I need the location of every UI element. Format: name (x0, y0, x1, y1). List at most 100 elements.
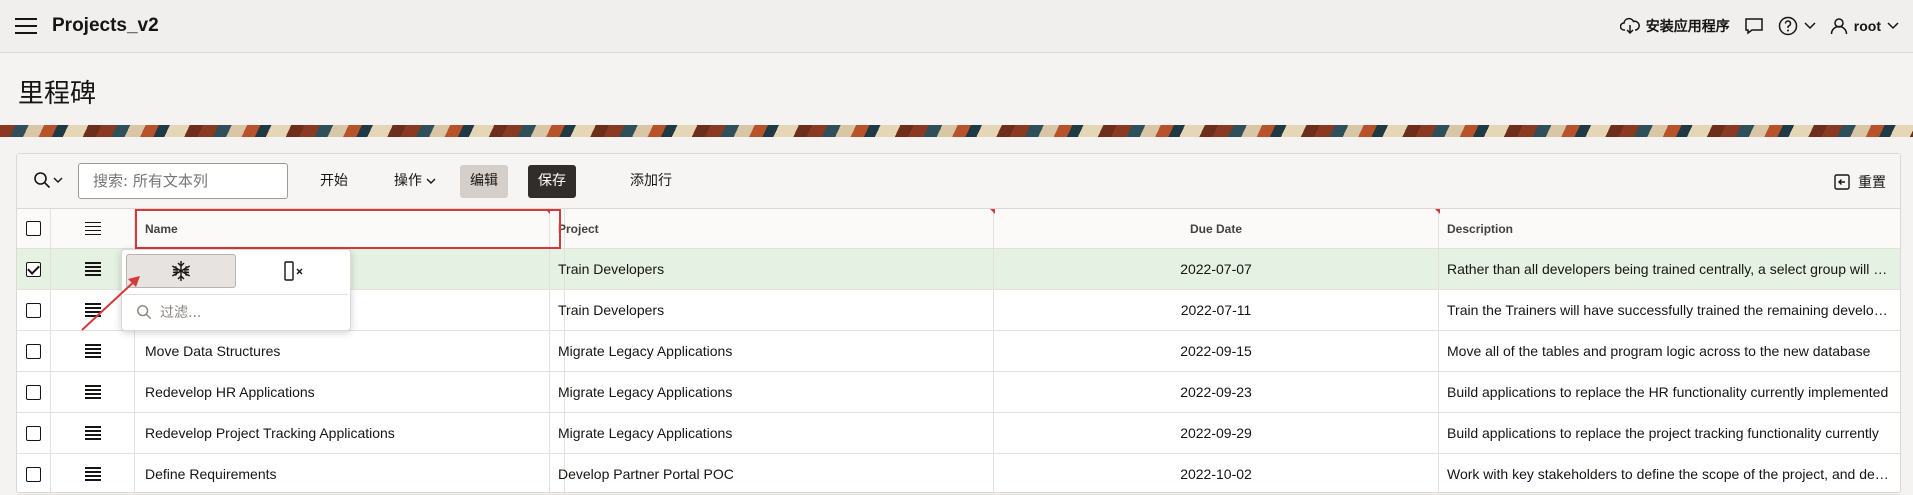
row-checkbox[interactable] (26, 302, 41, 318)
filter-placeholder: 过滤... (160, 304, 202, 321)
annotation-arrow (81, 276, 140, 331)
install-app-button[interactable]: 安装应用程序 (1619, 16, 1730, 36)
required-marker (1435, 209, 1440, 214)
reset-button[interactable]: 重置 (1834, 172, 1886, 192)
row-actions-cell (51, 454, 135, 494)
go-button[interactable]: 开始 (310, 165, 358, 198)
row-select-cell (17, 331, 51, 371)
actions-menu-button[interactable]: 操作 (384, 165, 446, 198)
table-row[interactable]: Redevelop HR Applications Migrate Legacy … (17, 372, 1900, 413)
chevron-down-icon (1804, 22, 1816, 30)
column-header-popup: 过滤... (121, 249, 351, 331)
search-column-select[interactable] (33, 171, 63, 189)
column-filter-input[interactable]: 过滤... (124, 294, 348, 328)
user-name: root (1853, 18, 1881, 34)
add-row-button[interactable]: 添加行 (620, 165, 682, 198)
user-icon (1830, 18, 1848, 35)
column-header-due-date[interactable]: Due Date (994, 209, 1439, 248)
required-marker (990, 209, 995, 214)
table-row[interactable]: Move Data Structures Migrate Legacy Appli… (17, 331, 1900, 372)
description-text: Build applications to replace the HR fun… (1447, 384, 1889, 400)
app-title[interactable]: Projects_v2 (52, 15, 159, 37)
cell-due-date[interactable]: 2022-09-29 (994, 413, 1439, 453)
row-actions-cell (51, 331, 135, 371)
column-header-description[interactable]: Description (1439, 209, 1901, 248)
row-select-cell (17, 372, 51, 412)
page-title: 里程碑 (18, 79, 97, 109)
snowflake-icon (171, 261, 191, 281)
decorative-banner (0, 125, 1913, 137)
cell-description[interactable]: Build applications to replace the HR fun… (1439, 372, 1901, 412)
cloud-download-icon (1619, 17, 1640, 35)
row-checkbox[interactable] (26, 384, 41, 400)
row-select-cell (17, 413, 51, 453)
cell-description[interactable]: Work with key stakeholders to define the… (1439, 454, 1901, 494)
table-row[interactable]: Redevelop Project Tracking Applications M… (17, 413, 1900, 454)
row-actions-cell (51, 413, 135, 453)
cell-description[interactable]: Rather than all developers being trained… (1439, 249, 1901, 289)
cell-due-date[interactable]: 2022-09-23 (994, 372, 1439, 412)
hide-column-icon (284, 261, 303, 281)
grid-toolbar: 开始 操作 编辑 保存 添加行 重置 (17, 154, 1900, 209)
required-marker (545, 209, 550, 214)
column-header-project[interactable]: Project (549, 209, 994, 248)
cell-due-date[interactable]: 2022-10-02 (994, 454, 1439, 494)
cell-name[interactable]: Define Requirements (135, 454, 565, 494)
install-app-label: 安装应用程序 (1645, 18, 1730, 34)
chat-icon (1745, 18, 1763, 35)
chevron-down-icon (1887, 22, 1899, 30)
row-checkbox[interactable] (26, 261, 41, 277)
chat-button[interactable] (1744, 17, 1764, 35)
help-icon (1778, 16, 1798, 36)
cell-due-date[interactable]: 2022-07-07 (994, 249, 1439, 289)
name-header-highlight (135, 209, 561, 249)
row-menu-icon[interactable] (84, 342, 101, 361)
hide-column-button[interactable] (240, 254, 348, 288)
row-checkbox[interactable] (26, 425, 41, 441)
help-menu-button[interactable] (1778, 16, 1816, 36)
actions-label: 操作 (394, 173, 422, 189)
description-text: Train the Trainers will have successfull… (1447, 302, 1892, 318)
app-header: Projects_v2 安装应用程序 root (0, 0, 1913, 53)
cell-project[interactable]: Migrate Legacy Applications (549, 413, 994, 453)
cell-project[interactable]: Train Developers (549, 249, 994, 289)
row-select-cell (17, 290, 51, 330)
cell-name[interactable]: Move Data Structures (135, 331, 565, 371)
reset-icon (1834, 174, 1850, 190)
row-select-cell (17, 454, 51, 494)
row-menu-icon[interactable] (84, 219, 101, 238)
cell-due-date[interactable]: 2022-07-11 (994, 290, 1439, 330)
user-menu-button[interactable]: root (1830, 17, 1899, 35)
description-text: Move all of the tables and program logic… (1447, 343, 1871, 359)
save-button[interactable]: 保存 (528, 165, 576, 198)
cell-description[interactable]: Train the Trainers will have successfull… (1439, 290, 1901, 330)
row-menu-icon[interactable] (84, 424, 101, 443)
search-input[interactable] (78, 163, 288, 199)
cell-description[interactable]: Move all of the tables and program logic… (1439, 331, 1901, 371)
select-all-cell (17, 209, 51, 248)
cell-name[interactable]: Redevelop HR Applications (135, 372, 565, 412)
row-menu-icon[interactable] (84, 383, 101, 402)
cell-description[interactable]: Build applications to replace the projec… (1439, 413, 1901, 453)
row-menu-icon[interactable] (84, 465, 101, 484)
actions-header-cell (51, 209, 135, 248)
description-text: Work with key stakeholders to define the… (1447, 466, 1892, 482)
chevron-down-icon (53, 177, 63, 183)
row-actions-cell (51, 372, 135, 412)
select-all-checkbox[interactable] (26, 221, 41, 236)
hamburger-icon[interactable] (15, 18, 37, 34)
cell-project[interactable]: Migrate Legacy Applications (549, 372, 994, 412)
edit-button[interactable]: 编辑 (460, 165, 508, 198)
cell-name[interactable]: Redevelop Project Tracking Applications (135, 413, 565, 453)
row-checkbox[interactable] (26, 466, 41, 482)
header-actions: 安装应用程序 root (1619, 14, 1899, 38)
cell-project[interactable]: Develop Partner Portal POC (549, 454, 994, 494)
row-checkbox[interactable] (26, 343, 41, 359)
search-icon (34, 172, 51, 189)
description-text: Build applications to replace the projec… (1447, 425, 1879, 441)
cell-due-date[interactable]: 2022-09-15 (994, 331, 1439, 371)
reset-label: 重置 (1858, 175, 1886, 191)
cell-project[interactable]: Migrate Legacy Applications (549, 331, 994, 371)
cell-project[interactable]: Train Developers (549, 290, 994, 330)
table-row[interactable]: Define Requirements Develop Partner Porta… (17, 454, 1900, 495)
